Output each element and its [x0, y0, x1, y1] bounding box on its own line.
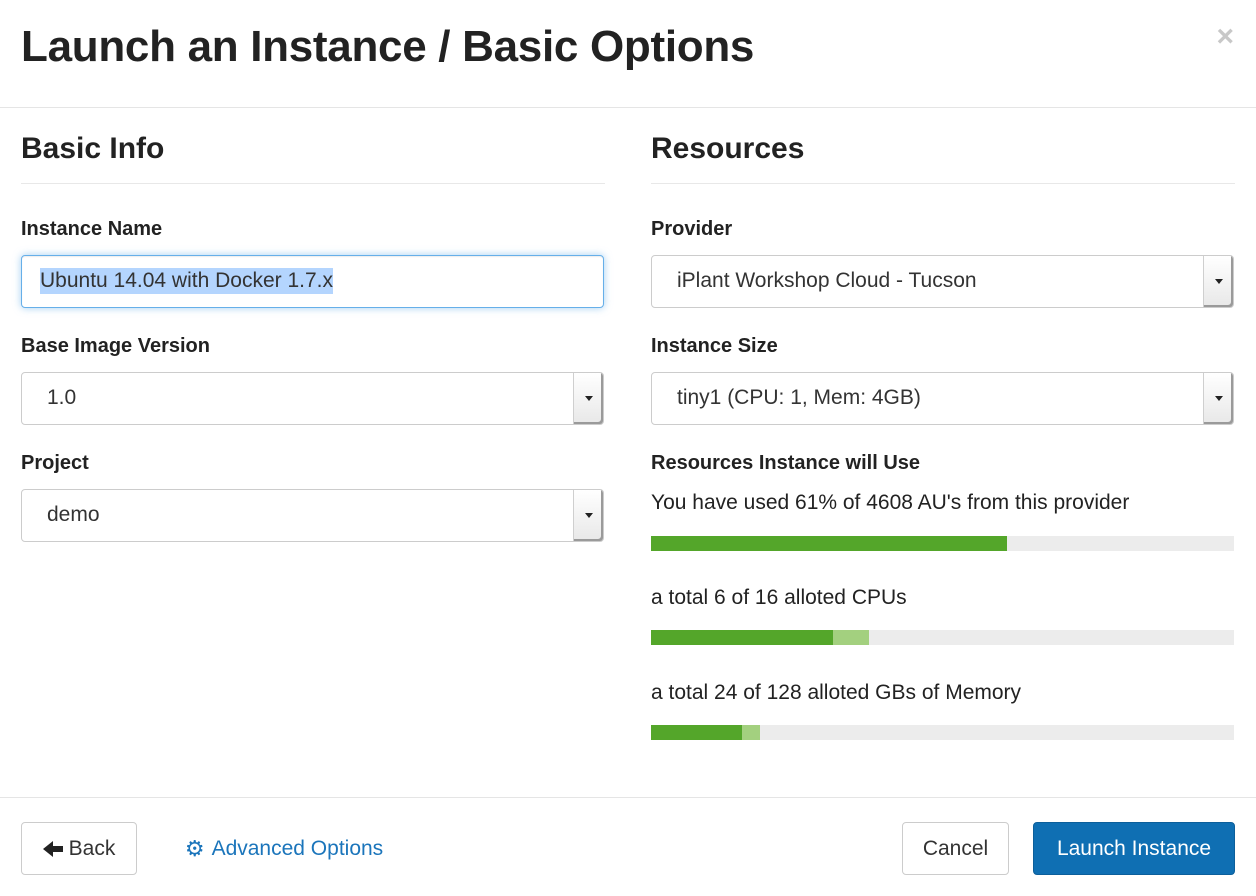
modal-title: Launch an Instance / Basic Options	[21, 22, 755, 71]
advanced-options-link[interactable]: ⚙ Advanced Options	[178, 822, 390, 875]
instance-name-label: Instance Name	[21, 218, 163, 240]
gear-icon: ⚙	[184, 835, 205, 861]
close-icon[interactable]: ×	[1216, 22, 1234, 52]
au-usage-bar	[651, 536, 1234, 551]
cpu-used-fill	[651, 630, 833, 645]
dropdown-arrow-icon[interactable]	[1203, 256, 1233, 307]
modal-footer: Back ⚙ Advanced Options Cancel Launch In…	[0, 797, 1256, 896]
base-image-version-select[interactable]: 1.0	[21, 372, 604, 425]
provider-select[interactable]: iPlant Workshop Cloud - Tucson	[651, 255, 1234, 308]
instance-size-value: tiny1 (CPU: 1, Mem: 4GB)	[677, 386, 921, 409]
cpu-usage-bar	[651, 630, 1234, 645]
instance-size-label: Instance Size	[651, 335, 778, 357]
au-usage-fill	[651, 536, 1007, 551]
project-value: demo	[47, 503, 100, 526]
dropdown-arrow-icon[interactable]	[573, 490, 603, 541]
cancel-button[interactable]: Cancel	[902, 822, 1009, 875]
dropdown-arrow-icon[interactable]	[573, 373, 603, 424]
resources-usage-label: Resources Instance will Use	[651, 452, 921, 474]
dropdown-arrow-icon[interactable]	[1203, 373, 1233, 424]
modal-header: Launch an Instance / Basic Options ×	[0, 0, 1256, 108]
basic-info-title: Basic Info	[21, 132, 165, 165]
launch-instance-button[interactable]: Launch Instance	[1033, 822, 1235, 875]
memory-added-fill	[742, 725, 760, 740]
memory-used-fill	[651, 725, 742, 740]
project-select[interactable]: demo	[21, 489, 604, 542]
section-divider	[651, 183, 1235, 184]
base-image-version-label: Base Image Version	[21, 335, 210, 357]
provider-label: Provider	[651, 218, 733, 240]
section-divider	[21, 183, 605, 184]
memory-usage-text: a total 24 of 128 alloted GBs of Memory	[651, 681, 1022, 704]
project-label: Project	[21, 452, 89, 474]
instance-name-value: Ubuntu 14.04 with Docker 1.7.x	[40, 268, 333, 294]
provider-value: iPlant Workshop Cloud - Tucson	[677, 269, 977, 292]
base-image-version-value: 1.0	[47, 386, 77, 409]
advanced-options-label: Advanced Options	[211, 836, 384, 860]
cpu-usage-text: a total 6 of 16 alloted CPUs	[651, 586, 907, 609]
memory-usage-bar	[651, 725, 1234, 740]
back-button[interactable]: Back	[21, 822, 137, 875]
au-usage-text: You have used 61% of 4608 AU's from this…	[651, 491, 1130, 514]
cpu-added-fill	[833, 630, 869, 645]
arrow-left-icon	[42, 840, 63, 857]
instance-name-input[interactable]: Ubuntu 14.04 with Docker 1.7.x	[21, 255, 604, 308]
instance-size-select[interactable]: tiny1 (CPU: 1, Mem: 4GB)	[651, 372, 1234, 425]
resources-title: Resources	[651, 132, 805, 165]
back-button-label: Back	[68, 836, 116, 860]
